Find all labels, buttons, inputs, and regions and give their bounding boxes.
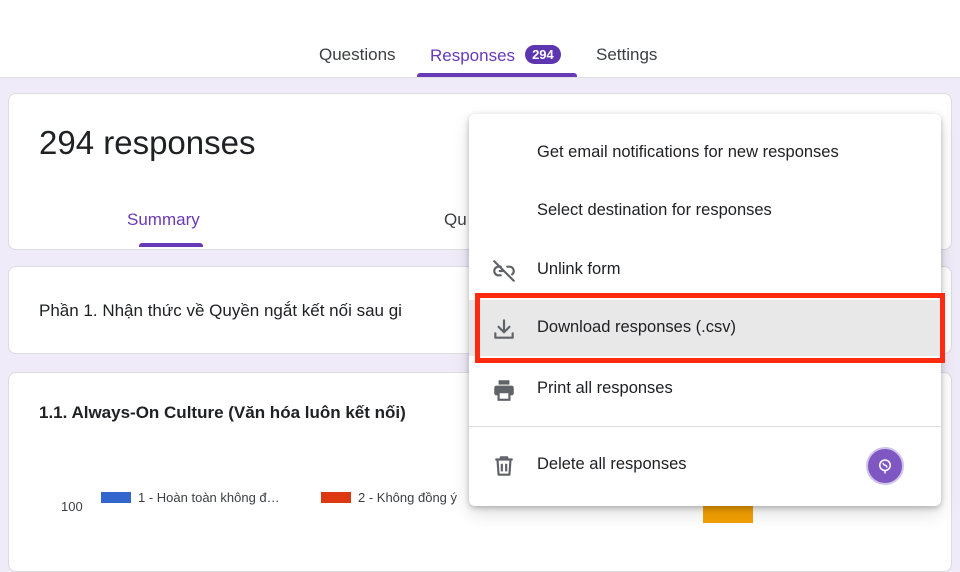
form-tabs: Questions Responses 294 Settings bbox=[0, 0, 960, 77]
legend-swatch-2 bbox=[321, 492, 351, 503]
legend-label-2: 2 - Không đồng ý bbox=[358, 490, 458, 505]
legend-label-1: 1 - Hoàn toàn không đ… bbox=[138, 490, 280, 505]
tab-settings[interactable]: Settings bbox=[596, 45, 657, 65]
responses-more-menu: Get email notifications for new response… bbox=[469, 114, 941, 506]
legend-entry-1: 1 - Hoàn toàn không đ… bbox=[101, 490, 280, 505]
question-title: 1.1. Always-On Culture (Văn hóa luôn kết… bbox=[39, 403, 406, 422]
assistant-button[interactable] bbox=[866, 447, 904, 485]
legend-swatch-1 bbox=[101, 492, 131, 503]
menu-item-print-all[interactable]: Print all responses bbox=[469, 361, 941, 417]
summary-tab-indicator bbox=[139, 243, 203, 247]
print-icon bbox=[491, 377, 517, 403]
menu-item-label: Get email notifications for new response… bbox=[537, 143, 839, 161]
top-bar: Questions Responses 294 Settings bbox=[0, 0, 960, 78]
menu-item-email-notifications[interactable]: Get email notifications for new response… bbox=[469, 125, 941, 181]
menu-item-select-destination[interactable]: Select destination for responses bbox=[469, 183, 941, 239]
menu-item-unlink-form[interactable]: Unlink form bbox=[469, 242, 941, 298]
subtab-summary[interactable]: Summary bbox=[127, 210, 200, 230]
active-tab-indicator bbox=[417, 73, 577, 77]
menu-item-label: Delete all responses bbox=[537, 455, 687, 473]
responses-count-title: 294 responses bbox=[39, 124, 256, 161]
responses-count-badge: 294 bbox=[525, 45, 561, 64]
chart-bar bbox=[703, 503, 753, 523]
menu-divider bbox=[469, 426, 941, 427]
brain-icon bbox=[879, 459, 891, 474]
download-icon bbox=[491, 316, 517, 342]
menu-item-download-csv[interactable]: Download responses (.csv) bbox=[469, 300, 941, 356]
tab-responses-label: Responses bbox=[430, 46, 516, 65]
legend-entry-2: 2 - Không đồng ý bbox=[321, 490, 457, 505]
chart-y-tick: 100 bbox=[61, 499, 83, 514]
unlink-icon bbox=[491, 258, 517, 284]
menu-item-label: Select destination for responses bbox=[537, 201, 772, 219]
subtab-question[interactable]: Qu bbox=[444, 210, 467, 230]
menu-item-label: Print all responses bbox=[537, 379, 673, 397]
tab-responses[interactable]: Responses 294 bbox=[430, 45, 561, 66]
menu-item-label: Download responses (.csv) bbox=[537, 318, 736, 336]
trash-icon bbox=[491, 453, 517, 479]
menu-item-label: Unlink form bbox=[537, 260, 621, 278]
section-title: Phần 1. Nhận thức về Quyền ngắt kết nối … bbox=[39, 301, 402, 320]
tab-questions[interactable]: Questions bbox=[319, 45, 396, 65]
